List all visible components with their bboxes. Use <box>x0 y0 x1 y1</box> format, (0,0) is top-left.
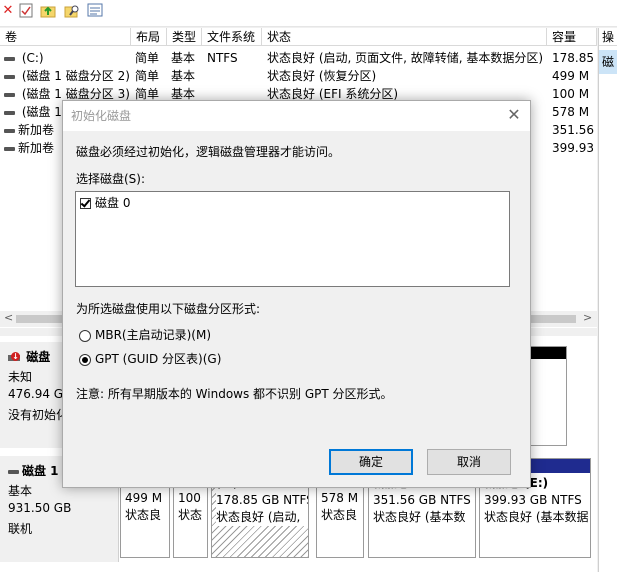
partition-new-volume[interactable]: 新加卷 351.56 GB NTFS 状态良好 (基本数 <box>368 476 476 558</box>
dialog-titlebar: 初始化磁盘 ✕ <box>63 101 530 131</box>
disk-checkbox[interactable] <box>80 198 91 209</box>
drive-icon <box>4 74 15 79</box>
partition-status: 状态良 <box>125 508 162 522</box>
cancel-button[interactable]: 取消 <box>427 449 511 475</box>
partition-size: 499 M <box>125 491 163 505</box>
drive-icon <box>4 110 15 115</box>
gpt-note: 注意: 所有早期版本的 Windows 都不识别 GPT 分区形式。 <box>76 387 393 401</box>
disk-list-item[interactable]: 磁盘 0 <box>80 194 130 212</box>
disk1-status: 联机 <box>8 522 33 536</box>
scroll-left-icon[interactable]: < <box>4 311 13 324</box>
disk1-name: 磁盘 1 <box>22 464 59 478</box>
column-header-layout[interactable]: 布局 <box>131 28 167 46</box>
volume-cell: (磁盘 1 磁盘分区 2) <box>4 67 131 85</box>
status-cell: 状态良好 (恢复分区) <box>267 69 377 83</box>
type-cell: 基本 <box>171 69 196 83</box>
dialog-title: 初始化磁盘 <box>71 109 132 123</box>
disk-icon <box>8 469 19 474</box>
column-header-filesystem[interactable]: 文件系统 <box>202 28 262 46</box>
column-header-type[interactable]: 类型 <box>167 28 202 46</box>
column-header-status[interactable]: 状态 <box>262 28 547 46</box>
disk0-note: 没有初始化 <box>8 408 69 422</box>
capacity-cell: 499 M <box>552 69 590 83</box>
capacity-cell: 178.85 <box>552 51 594 65</box>
disk1-type: 基本 <box>8 484 33 498</box>
layout-cell: 简单 <box>135 51 160 65</box>
partition-status: 状态 <box>178 508 203 522</box>
column-header-capacity[interactable]: 容量 <box>547 28 597 46</box>
partition-size: 578 M <box>321 491 359 505</box>
type-cell: 基本 <box>171 51 196 65</box>
mbr-radio[interactable] <box>79 329 91 342</box>
up-folder-icon[interactable] <box>40 2 56 18</box>
drive-icon <box>4 56 15 61</box>
drive-icon <box>4 92 15 97</box>
disk-listbox[interactable]: 磁盘 0 <box>75 191 510 287</box>
gpt-radio[interactable] <box>79 353 91 366</box>
table-row[interactable]: (C:) 简单 基本 NTFS 状态良好 (启动, 页面文件, 故障转储, 基本… <box>0 49 597 67</box>
disk0-name: 磁盘 <box>26 350 51 364</box>
actions-item-disk[interactable]: 磁 <box>599 50 617 74</box>
close-icon[interactable]: ✕ <box>506 107 522 123</box>
capacity-cell: 578 M <box>552 105 590 119</box>
capacity-cell: 351.56 <box>552 123 594 137</box>
ok-button[interactable]: 确定 <box>329 449 413 475</box>
disk0-state: 未知 <box>8 370 33 384</box>
partition-size: 399.93 GB NTFS <box>484 493 582 507</box>
disk1-size: 931.50 GB <box>8 501 72 515</box>
properties-icon[interactable] <box>87 2 103 18</box>
delete-icon[interactable]: ✕ <box>0 2 16 18</box>
capacity-cell: 100 M <box>552 87 590 101</box>
column-header-volume[interactable]: 卷 <box>0 28 131 46</box>
partition-c[interactable]: (C:) 178.85 GB NTFS 状态良好 (启动, <box>211 476 309 558</box>
partition-status: 状态良好 (基本数据 <box>484 510 589 524</box>
dialog-message: 磁盘必须经过初始化，逻辑磁盘管理器才能访问。 <box>76 145 341 159</box>
capacity-cell: 399.93 <box>552 141 594 155</box>
partition-status: 状态良好 (基本数 <box>373 510 466 524</box>
layout-cell: 简单 <box>135 69 160 83</box>
search-folder-icon[interactable] <box>64 2 80 18</box>
partition-size: 100 <box>178 491 201 505</box>
uninitialized-disk-icon: ↓ <box>8 351 22 364</box>
partition-efi[interactable]: 100 状态 <box>173 486 208 558</box>
mbr-option[interactable]: MBR(主启动记录)(M) <box>79 327 211 343</box>
select-disk-label: 选择磁盘(S): <box>76 172 146 186</box>
disk-item-label: 磁盘 0 <box>95 196 131 210</box>
partition-size: 178.85 GB NTFS <box>216 492 309 509</box>
partition-578m[interactable]: 578 M 状态良 <box>316 486 364 558</box>
partition-status: 状态良好 (启动, <box>216 509 308 526</box>
table-row[interactable]: (磁盘 1 磁盘分区 2) 简单 基本 状态良好 (恢复分区) 499 M <box>0 67 597 85</box>
checklist-icon[interactable] <box>18 2 34 18</box>
toolbar: ✕ <box>0 0 617 27</box>
partition-status: 状态良 <box>321 508 358 522</box>
partition-style-label: 为所选磁盘使用以下磁盘分区形式: <box>76 302 261 316</box>
actions-pane: 操 磁 <box>598 28 617 572</box>
fs-cell: NTFS <box>207 51 238 65</box>
actions-header: 操 <box>599 28 617 46</box>
gpt-label: GPT (GUID 分区表)(G) <box>95 352 222 366</box>
mbr-label: MBR(主启动记录)(M) <box>95 328 212 342</box>
status-cell: 状态良好 (启动, 页面文件, 故障转储, 基本数据分区) <box>267 51 544 65</box>
partition-size: 351.56 GB NTFS <box>373 493 471 507</box>
gpt-option[interactable]: GPT (GUID 分区表)(G) <box>79 351 221 367</box>
drive-icon <box>4 146 15 151</box>
scroll-right-icon[interactable]: > <box>583 311 592 324</box>
partition-recovery[interactable]: 499 M 状态良 <box>120 486 170 558</box>
volume-cell: (C:) <box>4 49 131 67</box>
initialize-disk-dialog: 初始化磁盘 ✕ 磁盘必须经过初始化，逻辑磁盘管理器才能访问。 选择磁盘(S): … <box>62 100 531 488</box>
drive-icon <box>4 128 15 133</box>
